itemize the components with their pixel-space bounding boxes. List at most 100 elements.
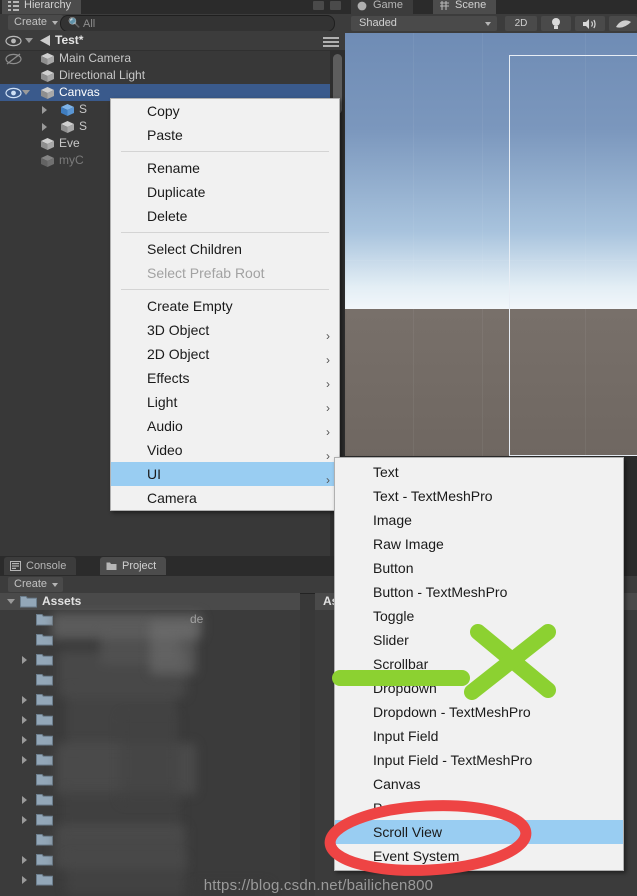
context-menu-item-paste[interactable]: Paste — [111, 123, 339, 147]
folder-icon — [36, 814, 53, 826]
context-menu-item-label: UI — [147, 466, 161, 482]
disclosure-triangle-icon[interactable] — [22, 756, 27, 764]
scene-effects-toggle[interactable] — [609, 16, 637, 31]
scene-audio-toggle[interactable] — [575, 16, 605, 31]
hierarchy-search-input[interactable]: 🔍 All — [60, 15, 335, 32]
search-icon: 🔍 — [68, 18, 81, 29]
context-menu-item-effects[interactable]: Effects › — [111, 366, 339, 391]
context-menu-item-audio[interactable]: Audio › — [111, 414, 339, 439]
ui-menu-item-input-field[interactable]: Input Field — [335, 724, 623, 748]
hierarchy-item-directional-light[interactable]: Directional Light — [0, 67, 345, 84]
scene-disclosure-icon[interactable] — [25, 38, 33, 43]
ui-menu-item-text-textmeshpro[interactable]: Text - TextMeshPro — [335, 484, 623, 508]
project-folder-row[interactable] — [0, 650, 300, 670]
context-menu-item-duplicate[interactable]: Duplicate — [111, 180, 339, 204]
disclosure-triangle-icon[interactable] — [22, 716, 27, 724]
context-menu-item-camera[interactable]: Camera — [111, 486, 339, 510]
project-folder-row[interactable] — [0, 630, 300, 650]
ui-menu-item-panel[interactable]: Panel — [335, 796, 623, 820]
disclosure-triangle-icon[interactable] — [22, 796, 27, 804]
project-folder-row[interactable] — [0, 770, 300, 790]
context-menu-item-2d-object[interactable]: 2D Object › — [111, 342, 339, 367]
context-menu-item-video[interactable]: Video › — [111, 438, 339, 463]
project-folder-row[interactable] — [0, 750, 300, 770]
project-folder-row[interactable] — [0, 690, 300, 710]
context-menu-item-light[interactable]: Light › — [111, 390, 339, 415]
project-folder-row[interactable] — [0, 850, 300, 870]
context-menu-item-label: Camera — [147, 490, 197, 506]
context-menu-item-label: Video — [147, 442, 183, 458]
assets-label: Assets — [42, 594, 82, 608]
context-menu-item-select-children[interactable]: Select Children — [111, 237, 339, 261]
tab-game[interactable]: Game — [351, 0, 413, 14]
disclosure-triangle-icon[interactable] — [42, 123, 47, 131]
minimize-button[interactable] — [313, 1, 324, 10]
project-folder-row[interactable] — [0, 790, 300, 810]
folder-icon — [36, 734, 53, 746]
speaker-icon — [583, 19, 596, 29]
visibility-eye-icon[interactable] — [5, 35, 22, 47]
tab-console[interactable]: Console — [4, 557, 77, 575]
visibility-eye-icon[interactable] — [5, 87, 22, 99]
context-menu-item-3d-object[interactable]: 3D Object › — [111, 318, 339, 343]
scene-lighting-toggle[interactable] — [541, 16, 571, 31]
context-menu-separator — [121, 289, 329, 290]
project-folder-row[interactable] — [0, 610, 300, 630]
cube-icon — [41, 138, 54, 150]
hierarchy-scene-row[interactable]: Test* — [0, 31, 345, 51]
ui-menu-item-image[interactable]: Image — [335, 508, 623, 532]
context-menu-item-copy[interactable]: Copy — [111, 99, 339, 123]
tab-project[interactable]: Project — [100, 557, 167, 575]
project-folder-row[interactable] — [0, 810, 300, 830]
hierarchy-item-main-camera[interactable]: Main Camera — [0, 50, 345, 67]
ui-submenu[interactable]: Text Text - TextMeshPro Image Raw Image Butt… — [334, 457, 624, 871]
tab-console-label: Console — [26, 560, 67, 572]
context-menu-item-rename[interactable]: Rename — [111, 156, 339, 180]
maximize-button[interactable] — [330, 1, 341, 10]
context-menu-item-create-empty[interactable]: Create Empty — [111, 294, 339, 318]
ui-menu-item-raw-image[interactable]: Raw Image — [335, 532, 623, 556]
tab-hierarchy[interactable]: Hierarchy — [2, 0, 82, 14]
project-folder-row[interactable] — [0, 710, 300, 730]
ui-menu-item-scrollbar[interactable]: Scrollbar — [335, 652, 623, 676]
ui-menu-item-scroll-view[interactable]: Scroll View — [335, 820, 623, 844]
scene-viewport[interactable] — [345, 33, 637, 456]
ui-menu-item-event-system[interactable]: Event System — [335, 844, 623, 868]
project-folder-row[interactable] — [0, 730, 300, 750]
context-menu-item-label: Create Empty — [147, 298, 233, 314]
ui-menu-item-toggle[interactable]: Toggle — [335, 604, 623, 628]
hierarchy-context-menu[interactable]: Copy Paste Rename Duplicate Delete Select Chi… — [110, 98, 340, 511]
ui-menu-item-canvas[interactable]: Canvas — [335, 772, 623, 796]
tab-scene[interactable]: Scene — [433, 0, 497, 14]
hierarchy-options-icon[interactable] — [323, 37, 339, 49]
context-menu-item-delete[interactable]: Delete — [111, 204, 339, 228]
project-folder-row[interactable] — [0, 830, 300, 850]
unity-editor-window: Hierarchy Create 🔍 All Test* Main Camera… — [0, 0, 637, 896]
hierarchy-create-button[interactable]: Create — [8, 15, 64, 30]
tab-game-label: Game — [373, 0, 403, 11]
ui-menu-item-dropdown-textmeshpro[interactable]: Dropdown - TextMeshPro — [335, 700, 623, 724]
project-folder-row[interactable] — [0, 670, 300, 690]
assets-root-row[interactable]: Assets — [0, 593, 300, 610]
ui-menu-item-input-field-textmeshpro[interactable]: Input Field - TextMeshPro — [335, 748, 623, 772]
cube-blue-icon — [61, 104, 74, 116]
hierarchy-item-label: Eve — [59, 136, 80, 150]
project-create-button[interactable]: Create — [8, 577, 64, 592]
ui-menu-item-dropdown[interactable]: Dropdown — [335, 676, 623, 700]
ui-menu-item-button[interactable]: Button — [335, 556, 623, 580]
disclosure-triangle-icon[interactable] — [22, 856, 27, 864]
draw-mode-dropdown[interactable]: Shaded — [351, 16, 497, 31]
disclosure-triangle-icon[interactable] — [22, 696, 27, 704]
assets-disclosure-icon[interactable] — [7, 599, 15, 604]
ui-menu-item-text[interactable]: Text — [335, 460, 623, 484]
ui-menu-item-slider[interactable]: Slider — [335, 628, 623, 652]
disclosure-triangle-icon[interactable] — [22, 90, 30, 95]
toggle-2d-button[interactable]: 2D — [505, 16, 537, 31]
context-menu-item-ui[interactable]: UI › — [111, 462, 339, 487]
visibility-eye-off-icon[interactable] — [5, 53, 22, 65]
disclosure-triangle-icon[interactable] — [22, 656, 27, 664]
ui-menu-item-button-textmeshpro[interactable]: Button - TextMeshPro — [335, 580, 623, 604]
disclosure-triangle-icon[interactable] — [42, 106, 47, 114]
disclosure-triangle-icon[interactable] — [22, 816, 27, 824]
disclosure-triangle-icon[interactable] — [22, 736, 27, 744]
